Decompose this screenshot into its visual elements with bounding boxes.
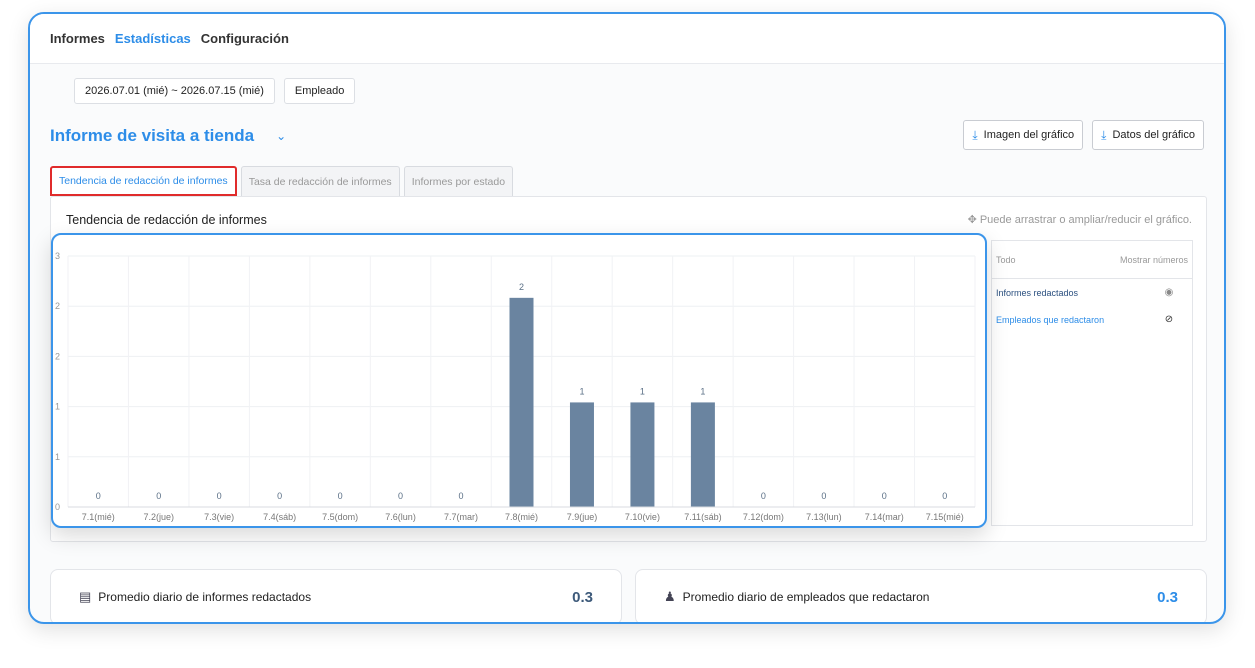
legend-item-label: Empleados que redactaron [996, 314, 1105, 325]
tab-estado[interactable]: Informes por estado [403, 166, 514, 196]
eye-off-icon[interactable]: ⊘ [1150, 314, 1188, 325]
data-label: 0 [821, 491, 826, 501]
bar [509, 297, 534, 507]
download-icon: ⤓ [972, 127, 978, 142]
x-tick-label: 7.10(vie) [625, 512, 660, 522]
legend-show-numbers[interactable]: Mostrar números [1120, 255, 1188, 265]
data-label: 1 [640, 386, 645, 396]
data-label: 0 [882, 491, 887, 501]
chart-panel-title: Tendencia de redacción de informes [66, 213, 267, 227]
chart-hint: ✥ Puede arrastrar o ampliar/reducir el g… [968, 213, 1192, 226]
legend-item[interactable]: Informes redactados ◉ [992, 279, 1192, 306]
stat-card-reports: ▤ Promedio diario de informes redactados… [50, 569, 622, 622]
x-tick-label: 7.2(jue) [143, 512, 174, 522]
bar [690, 402, 715, 507]
y-tick-label: 1 [55, 452, 60, 462]
top-nav: Informes Estadísticas Configuración [30, 14, 1224, 64]
legend-header: Todo Mostrar números [992, 241, 1192, 279]
legend-panel: Todo Mostrar números Informes redactados… [991, 240, 1193, 526]
data-label: 0 [156, 491, 161, 501]
x-tick-label: 7.12(dom) [743, 512, 784, 522]
x-tick-label: 7.5(dom) [322, 512, 358, 522]
data-label: 0 [338, 491, 343, 501]
page-title: Informe de visita a tienda [50, 126, 255, 145]
data-label: 0 [398, 491, 403, 501]
chart-tabs: Tendencia de redacción de informes Tasa … [50, 166, 514, 196]
data-label: 1 [700, 386, 705, 396]
y-tick-label: 1 [55, 402, 60, 412]
x-tick-label: 7.9(jue) [567, 512, 598, 522]
chart-area[interactable]: 0 1 1 2 2 3 0 7.1(mié) 0 7.2(jue) 0 7.3(vie) 0 7.4(sá… [51, 233, 987, 528]
stat-value: 0.3 [572, 588, 593, 606]
download-data-button[interactable]: ⤓ Datos del gráfico [1092, 120, 1204, 150]
bar-chart[interactable]: 0 1 1 2 2 3 0 7.1(mié) 0 7.2(jue) 0 7.3(vie) 0 7.4(sá… [53, 235, 985, 526]
tab-tasa[interactable]: Tasa de redacción de informes [240, 166, 400, 196]
y-tick-label: 2 [55, 351, 60, 361]
data-label: 0 [96, 491, 101, 501]
bar [630, 402, 655, 507]
stat-value: 0.3 [1157, 588, 1178, 606]
data-label: 0 [942, 491, 947, 501]
nav-informes[interactable]: Informes [50, 31, 105, 46]
move-icon: ✥ [967, 214, 977, 226]
x-tick-label: 7.13(lun) [806, 512, 842, 522]
chart-hint-text: Puede arrastrar o ampliar/reducir el grá… [979, 214, 1192, 226]
download-data-label: Datos del gráfico [1112, 129, 1195, 141]
x-tick-label: 7.14(mar) [865, 512, 904, 522]
stat-label: Promedio diario de empleados que redacta… [682, 590, 930, 604]
tab-tendencia[interactable]: Tendencia de redacción de informes [50, 166, 237, 196]
data-label: 0 [277, 491, 282, 501]
stat-label: Promedio diario de informes redactados [98, 590, 312, 604]
group-selector[interactable]: Empleado [283, 78, 356, 104]
download-buttons: ⤓ Imagen del gráfico ⤓ Datos del gráfico [963, 120, 1204, 150]
chevron-down-icon[interactable]: ⌄ [276, 129, 286, 143]
data-label: 0 [217, 491, 222, 501]
data-label: 1 [579, 386, 584, 396]
data-label: 2 [519, 282, 524, 292]
y-tick-label: 0 [55, 502, 60, 512]
x-tick-label: 7.7(mar) [444, 512, 478, 522]
eye-icon[interactable]: ◉ [1150, 287, 1188, 298]
filter-bar: 2026.07.01 (mié) ~ 2026.07.15 (mié) Empl… [74, 78, 356, 104]
person-icon: ♟ [664, 589, 676, 604]
stat-label-wrap: ▤ Promedio diario de informes redactados [79, 589, 311, 605]
nav-estadisticas[interactable]: Estadísticas [115, 31, 191, 46]
x-tick-label: 7.4(sáb) [263, 512, 296, 522]
title-row: Informe de visita a tienda ⌄ [50, 126, 286, 146]
legend-item-label: Informes redactados [996, 287, 1079, 298]
date-range-picker[interactable]: 2026.07.01 (mié) ~ 2026.07.15 (mié) [74, 78, 275, 104]
download-image-label: Imagen del gráfico [983, 129, 1075, 141]
x-tick-label: 7.1(mié) [82, 512, 115, 522]
x-tick-label: 7.3(vie) [204, 512, 234, 522]
legend-all-toggle[interactable]: Todo [996, 255, 1016, 265]
stat-card-employees: ♟ Promedio diario de empleados que redac… [635, 569, 1207, 622]
nav-configuracion[interactable]: Configuración [201, 31, 289, 46]
bar [569, 402, 594, 507]
download-image-button[interactable]: ⤓ Imagen del gráfico [963, 120, 1084, 150]
data-label: 0 [761, 491, 766, 501]
report-icon: ▤ [79, 589, 92, 604]
y-tick-label: 2 [55, 301, 60, 311]
x-tick-label: 7.11(sáb) [684, 512, 721, 522]
data-label: 0 [459, 491, 464, 501]
download-icon: ⤓ [1101, 127, 1107, 142]
y-tick-label: 3 [55, 251, 60, 261]
x-tick-label: 7.6(lun) [385, 512, 416, 522]
stat-label-wrap: ♟ Promedio diario de empleados que redac… [664, 589, 929, 605]
x-tick-label: 7.15(mié) [926, 512, 964, 522]
legend-item[interactable]: Empleados que redactaron ⊘ [992, 306, 1192, 333]
x-tick-label: 7.8(mié) [505, 512, 538, 522]
